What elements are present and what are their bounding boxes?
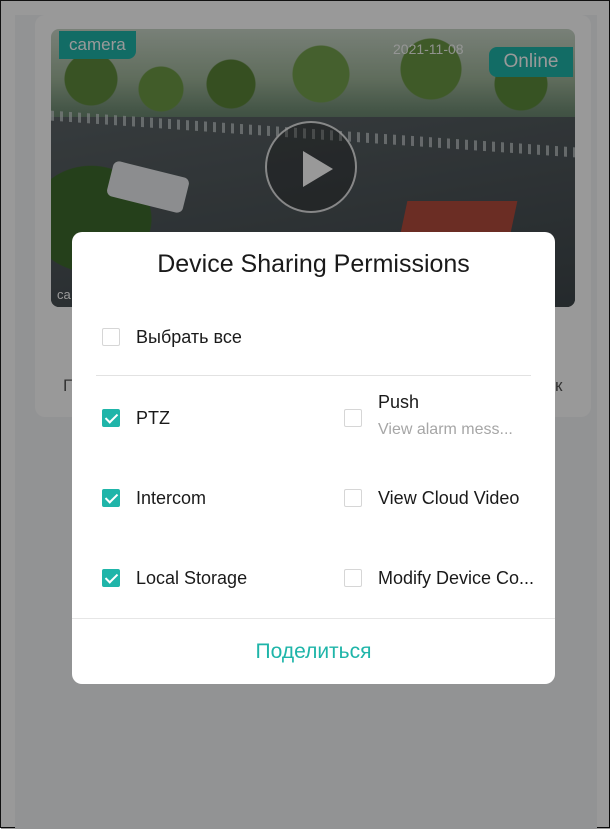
select-all-label: Выбрать все: [136, 326, 242, 347]
dialog-title: Device Sharing Permissions: [157, 250, 470, 278]
modify-device-label: Modify Device Co...: [378, 567, 535, 588]
push-checkbox[interactable]: [344, 409, 362, 427]
share-button[interactable]: Поделиться: [72, 619, 555, 684]
local-storage-checkbox[interactable]: [102, 569, 120, 587]
cloud-video-checkbox[interactable]: [344, 489, 362, 507]
permission-ptz[interactable]: PTZ: [102, 403, 170, 433]
dialog-divider: [96, 375, 531, 376]
permission-local-storage[interactable]: Local Storage: [102, 563, 247, 593]
push-subtitle: View alarm mess...: [378, 421, 513, 438]
permission-intercom[interactable]: Intercom: [102, 483, 206, 513]
permission-push[interactable]: Push: [344, 391, 420, 427]
push-label: Push: [378, 391, 420, 412]
ptz-checkbox[interactable]: [102, 409, 120, 427]
app-frame: camera 2021-11-08 Online ca Г к Device S…: [0, 0, 610, 829]
permission-cloud-video[interactable]: View Cloud Video: [344, 483, 519, 513]
select-all-checkbox[interactable]: [102, 328, 120, 346]
permission-modify-device[interactable]: Modify Device Co...: [344, 563, 534, 593]
select-all-row[interactable]: Выбрать все: [102, 322, 242, 352]
share-permissions-dialog: Device Sharing Permissions Выбрать все P…: [72, 232, 555, 684]
intercom-checkbox[interactable]: [102, 489, 120, 507]
ptz-label: PTZ: [136, 407, 170, 428]
intercom-label: Intercom: [136, 487, 207, 508]
local-storage-label: Local Storage: [136, 567, 248, 588]
cloud-video-label: View Cloud Video: [378, 487, 520, 508]
modify-device-checkbox[interactable]: [344, 569, 362, 587]
